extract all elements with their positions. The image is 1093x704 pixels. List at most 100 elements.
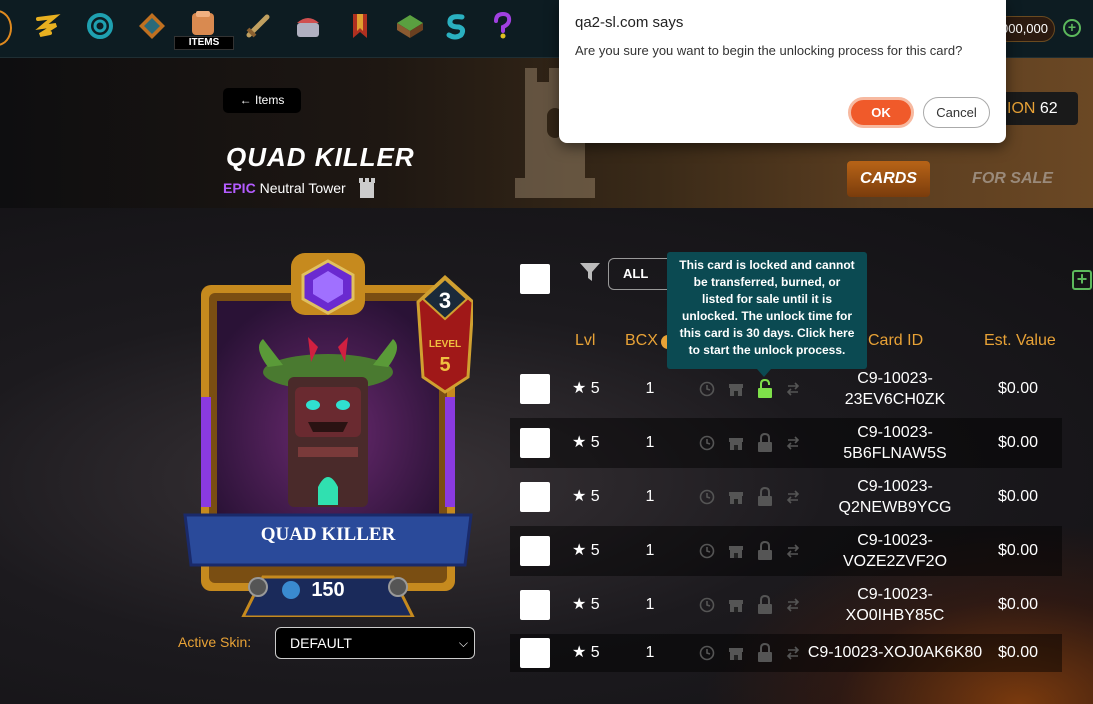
- clock-icon[interactable]: [699, 435, 715, 451]
- ok-button[interactable]: OK: [848, 97, 914, 128]
- clock-icon[interactable]: [699, 645, 715, 661]
- row-checkbox[interactable]: [520, 638, 550, 668]
- lock-icon[interactable]: [757, 541, 773, 561]
- table-row: ★ 5 1 C9-10023-XOJ0AK6K80 $0.00: [510, 634, 1062, 672]
- row-card-id[interactable]: C9-10023- 23EV6CH0ZK: [805, 368, 985, 410]
- banner-icon[interactable]: [343, 8, 377, 44]
- edition-number: 62: [1039, 100, 1058, 117]
- skin-select-value: DEFAULT: [290, 635, 352, 651]
- sword-icon[interactable]: [241, 8, 275, 44]
- transfer-icon[interactable]: [785, 597, 801, 613]
- land-icon[interactable]: [393, 8, 427, 44]
- question-icon[interactable]: [485, 8, 519, 44]
- transfer-icon[interactable]: [785, 381, 801, 397]
- tab-for-sale[interactable]: FOR SALE: [965, 161, 1060, 197]
- lock-icon[interactable]: [757, 487, 773, 507]
- card-mana: 3: [439, 288, 451, 313]
- clock-icon[interactable]: [699, 543, 715, 559]
- back-button-label: Items: [255, 93, 285, 107]
- card-level-word: LEVEL: [429, 339, 461, 350]
- table-row: ★ 5 1 C9-10023- 5B6FLNAW5S $0.00: [510, 418, 1062, 468]
- market-icon[interactable]: [728, 645, 744, 661]
- row-card-id[interactable]: C9-10023- XO0IHBY85C: [805, 584, 985, 626]
- transfer-icon[interactable]: [785, 435, 801, 451]
- row-checkbox[interactable]: [520, 590, 550, 620]
- market-icon[interactable]: [728, 381, 744, 397]
- row-checkbox[interactable]: [520, 374, 550, 404]
- guild-icon[interactable]: [135, 8, 169, 44]
- table-row: ★ 5 1 C9-10023- VOZE2ZVF2O $0.00: [510, 526, 1062, 576]
- row-level: ★ 5: [572, 542, 600, 559]
- card-id-line1: C9-10023-: [857, 586, 933, 603]
- row-est-value: $0.00: [998, 644, 1039, 661]
- row-est-value: $0.00: [998, 488, 1039, 505]
- card-artwork[interactable]: 3 LEVEL 5 QUAD KILLER 150: [183, 247, 473, 617]
- lock-icon[interactable]: [757, 595, 773, 615]
- back-to-items-button[interactable]: ← Items: [223, 88, 301, 113]
- row-bcx: 1: [645, 434, 655, 451]
- transfer-icon[interactable]: [785, 543, 801, 559]
- market-icon[interactable]: [728, 597, 744, 613]
- row-card-id[interactable]: C9-10023-XOJ0AK6K80: [805, 634, 985, 672]
- card-id-line1: C9-10023-: [857, 424, 933, 441]
- card-id-line2: VOZE2ZVF2O: [842, 553, 948, 570]
- table-row: ★ 5 1 C9-10023- XO0IHBY85C $0.00: [510, 580, 1062, 630]
- clock-icon[interactable]: [699, 489, 715, 505]
- row-bcx: 1: [645, 380, 655, 397]
- clock-icon[interactable]: [699, 381, 715, 397]
- tooltip-arrow: [757, 369, 771, 377]
- card-id-line1: C9-10023-: [857, 478, 933, 495]
- row-bcx: 1: [645, 644, 655, 661]
- rarity-label: EPIC: [223, 180, 256, 196]
- col-header-est-value[interactable]: Est. Value: [984, 332, 1056, 350]
- splinters-icon[interactable]: [30, 8, 64, 44]
- menu-ring-icon[interactable]: [0, 10, 12, 46]
- col-header-card-id[interactable]: Card ID: [868, 332, 923, 350]
- card-type-label: Neutral Tower: [259, 180, 346, 196]
- filter-icon[interactable]: [579, 262, 601, 282]
- col-header-lvl[interactable]: Lvl: [575, 332, 595, 350]
- transfer-icon[interactable]: [785, 645, 801, 661]
- row-card-id[interactable]: C9-10023- VOZE2ZVF2O: [805, 530, 985, 572]
- dialog-message: Are you sure you want to begin the unloc…: [575, 43, 963, 58]
- skin-select[interactable]: DEFAULT ⌵: [275, 627, 475, 659]
- tab-cards[interactable]: CARDS: [847, 161, 930, 197]
- market-icon[interactable]: [728, 435, 744, 451]
- lock-icon[interactable]: [757, 643, 773, 663]
- row-est-value: $0.00: [998, 380, 1039, 397]
- row-level: ★ 5: [572, 488, 600, 505]
- page-title: QUAD KILLER: [226, 142, 415, 172]
- row-checkbox[interactable]: [520, 536, 550, 566]
- unlocked-lock-icon[interactable]: [757, 379, 773, 399]
- row-card-id[interactable]: C9-10023- Q2NEWB9YCG: [805, 476, 985, 518]
- spiral-icon[interactable]: [83, 8, 117, 44]
- row-level: ★ 5: [572, 596, 600, 613]
- sps-icon[interactable]: [439, 8, 473, 44]
- shop-icon[interactable]: [291, 8, 325, 44]
- card-subtitle: EPIC Neutral Tower: [223, 180, 346, 196]
- card-id-line1: C9-10023-: [857, 370, 933, 387]
- market-icon[interactable]: [728, 543, 744, 559]
- lock-tooltip[interactable]: This card is locked and cannot be transf…: [667, 252, 867, 369]
- row-bcx: 1: [645, 596, 655, 613]
- lock-icon[interactable]: [757, 433, 773, 453]
- row-est-value: $0.00: [998, 542, 1039, 559]
- row-checkbox[interactable]: [520, 428, 550, 458]
- row-est-value: $0.00: [998, 596, 1039, 613]
- cancel-button[interactable]: Cancel: [923, 97, 990, 128]
- clock-icon[interactable]: [699, 597, 715, 613]
- add-icon[interactable]: +: [1072, 270, 1092, 290]
- table-row: ★ 5 1 C9-10023- 23EV6CH0ZK $0.00: [510, 364, 1062, 414]
- row-est-value: $0.00: [998, 434, 1039, 451]
- row-checkbox[interactable]: [520, 482, 550, 512]
- row-bcx: 1: [645, 542, 655, 559]
- select-all-checkbox[interactable]: [520, 264, 550, 294]
- transfer-icon[interactable]: [785, 489, 801, 505]
- items-nav-label[interactable]: ITEMS: [174, 36, 234, 50]
- active-skin-label: Active Skin:: [178, 634, 252, 650]
- col-header-bcx-label: BCX: [625, 332, 658, 349]
- row-level: ★ 5: [572, 434, 600, 451]
- market-icon[interactable]: [728, 489, 744, 505]
- add-funds-icon[interactable]: +: [1063, 19, 1081, 37]
- row-card-id[interactable]: C9-10023- 5B6FLNAW5S: [805, 422, 985, 464]
